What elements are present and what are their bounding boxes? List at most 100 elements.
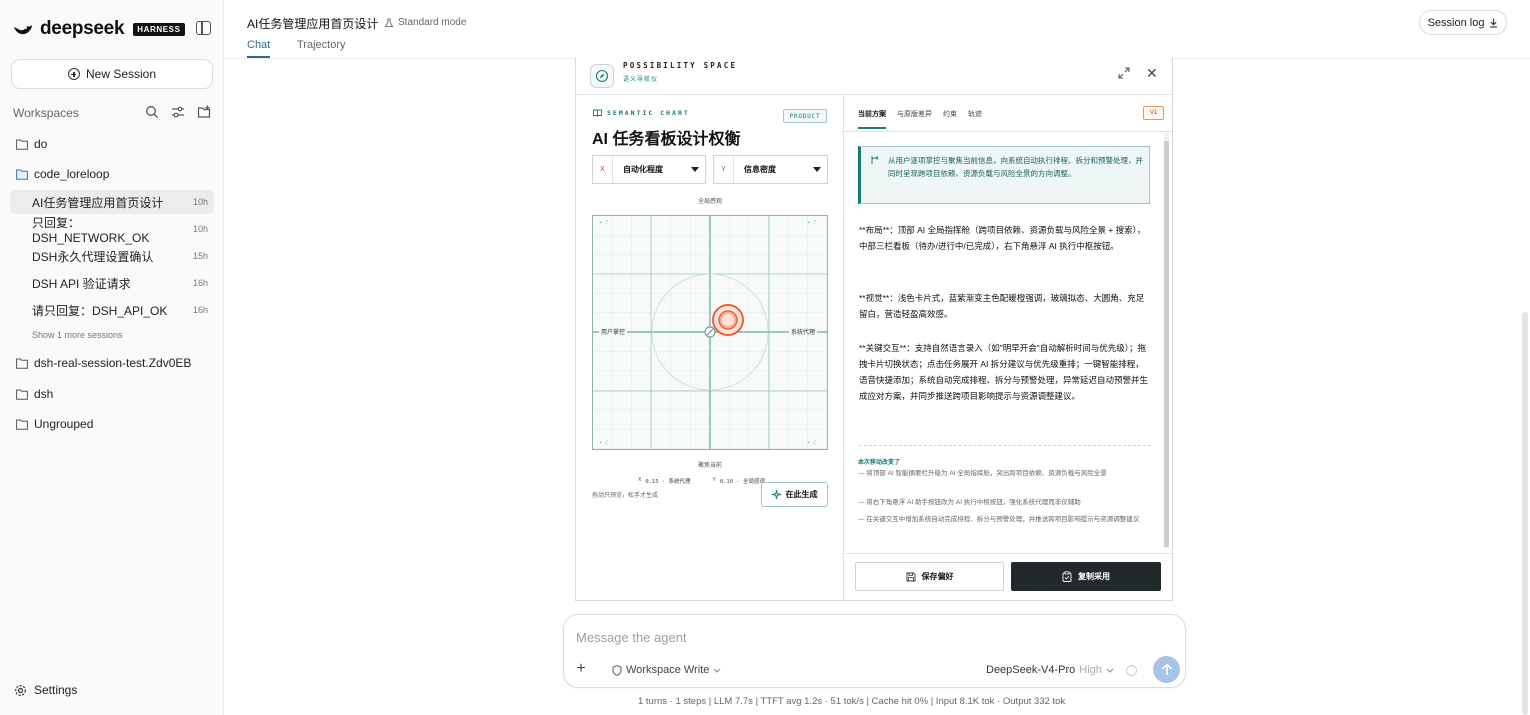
session-title: AI任务管理应用首页设计 <box>32 195 164 210</box>
filter-sliders-icon[interactable] <box>171 105 185 119</box>
gear-icon <box>15 684 26 696</box>
svg-text:+ /: + / <box>807 220 816 226</box>
folder-label: do <box>34 137 48 151</box>
harness-badge: HARNESS <box>133 22 185 36</box>
session-age: 10h <box>192 224 208 234</box>
sidebar-toggle-icon[interactable] <box>196 21 211 35</box>
show-more-sessions-link[interactable]: Show 1 more sessions <box>32 330 123 340</box>
session-age: 10h <box>192 197 208 207</box>
model-select[interactable]: DeepSeek-V4-Pro High <box>986 664 1114 676</box>
permission-mode-label: Workspace Write <box>626 664 710 676</box>
session-item[interactable]: DSH永久代理设置确认 15h <box>10 244 214 268</box>
session-item[interactable]: AI任务管理应用首页设计 10h <box>10 190 214 214</box>
folder-do[interactable]: do <box>16 137 47 151</box>
copy-label: 复制采用 <box>1078 572 1110 581</box>
svg-text:+ /: + / <box>599 220 608 226</box>
session-item[interactable]: 只回复：DSH_NETWORK_OK 10h <box>10 216 214 245</box>
mode-label: Standard mode <box>398 17 467 28</box>
book-icon <box>593 109 602 117</box>
folder-ungrouped[interactable]: Ungrouped <box>16 417 93 431</box>
logo[interactable]: deepseek HARNESS <box>12 18 185 40</box>
folder-code-loreloop[interactable]: code_loreloop <box>16 167 109 181</box>
new-session-label: New Session <box>85 67 157 81</box>
model-label: DeepSeek-V4-Pro <box>986 664 1076 676</box>
search-icon[interactable] <box>145 105 159 119</box>
arrow-up-icon <box>1161 663 1172 675</box>
session-age: 15h <box>192 251 208 261</box>
session-title: 请只回复：DSH_API_OK <box>32 303 168 318</box>
folder-icon <box>16 358 28 369</box>
axis-bottom-label: 聚焦当前 <box>697 463 722 469</box>
folder-label: code_loreloop <box>34 167 110 181</box>
download-icon <box>1490 18 1498 28</box>
preview-scrollbar-thumb[interactable] <box>1164 141 1169 547</box>
run-stats: 1 turns · 1 steps | LLM 7.7s | TTFT avg … <box>638 696 1066 707</box>
x-axis-select[interactable]: X 自动化程度 <box>592 155 706 184</box>
folder-dsh[interactable]: dsh <box>16 387 53 401</box>
tab-diff[interactable]: 与原版差异 <box>897 109 932 119</box>
session-log-label: Session log <box>1427 16 1485 29</box>
layout-paragraph: **布局**：顶部 AI 全局指挥舱（跨项目依赖、资源负载与风险全景 + 搜索）… <box>859 225 1146 251</box>
send-button[interactable] <box>1153 656 1180 683</box>
tab-current-plan[interactable]: 当前方案 <box>858 109 886 129</box>
x-axis-value: 自动化程度 <box>623 165 663 174</box>
new-session-button[interactable]: New Session <box>11 59 213 89</box>
visual-paragraph: **视觉**：浅色卡片式，蓝紫渐变主色配暖橙强调，玻璃拟态、大圆角、充足留白，营… <box>859 293 1145 319</box>
semantic-chart-pane: SEMANTIC CHART PRODUCT AI 任务看板设计权衡 X 自动化… <box>576 95 844 600</box>
coord-x-key: X <box>638 477 642 483</box>
permission-mode-select[interactable]: Workspace Write <box>612 664 721 676</box>
save-preference-button[interactable]: 保存偏好 <box>855 562 1004 591</box>
change-item: — 将顶部 AI 智能摘要栏升级为 AI 全局指挥舱，突出跨项目依赖、资源负载与… <box>858 470 1107 477</box>
plus-circle-icon <box>67 68 80 80</box>
tab-trajectory[interactable]: Trajectory <box>297 39 346 51</box>
proposal-pane: 当前方案 与原版差异 约束 轨迹 V1 从用户逐项掌控与聚焦当前信息，向系统自动… <box>844 95 1172 600</box>
session-item[interactable]: 请只回复：DSH_API_OK 16h <box>10 298 214 322</box>
x-axis-letter: X <box>593 156 613 183</box>
tab-constraints[interactable]: 约束 <box>943 109 957 119</box>
chevron-down-icon <box>713 668 721 673</box>
tab-trajectory-preview[interactable]: 轨迹 <box>968 109 982 119</box>
close-icon[interactable]: ✕ <box>1146 66 1158 80</box>
brand-name: deepseek <box>40 18 125 39</box>
session-title: DSH API 验证请求 <box>32 276 131 291</box>
version-badge: V1 <box>1143 106 1164 120</box>
coord-y-key: Y <box>712 477 716 483</box>
flask-icon <box>384 18 394 27</box>
coord-x-value: 0.15 · 系统代理 <box>645 479 691 485</box>
page-scrollbar[interactable] <box>1522 312 1528 715</box>
add-attachment-button[interactable]: + <box>574 661 588 677</box>
change-item: — 将右下角悬浮 AI 助手按钮改为 AI 执行中枢按钮，强化系统代理而非仅辅助 <box>858 499 1081 506</box>
possibility-grid[interactable]: + / + / + / + / 用户掌控 系统代理 <box>592 215 828 450</box>
effort-label: High <box>1079 664 1102 676</box>
shield-icon <box>612 664 622 676</box>
chart-title: AI 任务看板设计权衡 <box>592 131 741 148</box>
semantic-chart-eyebrow: SEMANTIC CHART <box>593 109 690 117</box>
session-log-button[interactable]: Session log <box>1419 10 1507 35</box>
new-folder-icon[interactable] <box>197 105 211 119</box>
tab-chat[interactable]: Chat <box>247 39 271 58</box>
direction-callout: 从用户逐项掌控与聚焦当前信息，向系统自动执行排程、拆分和预警处理，并同时呈现跨项… <box>858 146 1150 204</box>
session-title: 只回复：DSH_NETWORK_OK <box>32 215 150 245</box>
sparkle-icon <box>771 490 781 499</box>
right-axis-label: 系统代理 <box>789 327 818 336</box>
svg-text:+ /: + / <box>807 440 816 446</box>
y-axis-value: 信息密度 <box>744 165 776 174</box>
deepseek-whale-icon <box>14 25 32 35</box>
eyebrow-label: SEMANTIC CHART <box>607 109 690 117</box>
generate-here-button[interactable]: 在此生成 <box>761 482 828 507</box>
expand-icon[interactable] <box>1118 67 1130 79</box>
folder-dsh-real-session[interactable]: dsh-real-session-test.Zdv0EB <box>16 356 191 370</box>
folder-label: dsh <box>34 387 54 401</box>
settings-button[interactable]: Settings <box>14 683 77 697</box>
left-axis-label: 用户掌控 <box>599 327 628 336</box>
top-header: AI任务管理应用首页设计 Standard mode Chat Trajecto… <box>224 0 1530 59</box>
copy-adopt-button[interactable]: 复制采用 <box>1011 562 1161 591</box>
preview-toolbar: POSSIBILITY SPACE 语义导航仪 ✕ <box>576 58 1172 95</box>
session-item[interactable]: DSH API 验证请求 16h <box>10 271 214 295</box>
workspaces-label: Workspaces <box>13 106 79 120</box>
change-item: — 在关键交互中增加系统自动完成排程、拆分与预警处理，并推送跨项目影响提示与资源… <box>858 516 1140 523</box>
preview-brand: POSSIBILITY SPACE <box>623 61 738 70</box>
message-input[interactable] <box>576 627 1166 647</box>
coordinate-readout: X 0.15 · 系统代理 Y 0.10 · 全局感观 <box>638 477 765 485</box>
y-axis-select[interactable]: Y 信息密度 <box>713 155 828 184</box>
